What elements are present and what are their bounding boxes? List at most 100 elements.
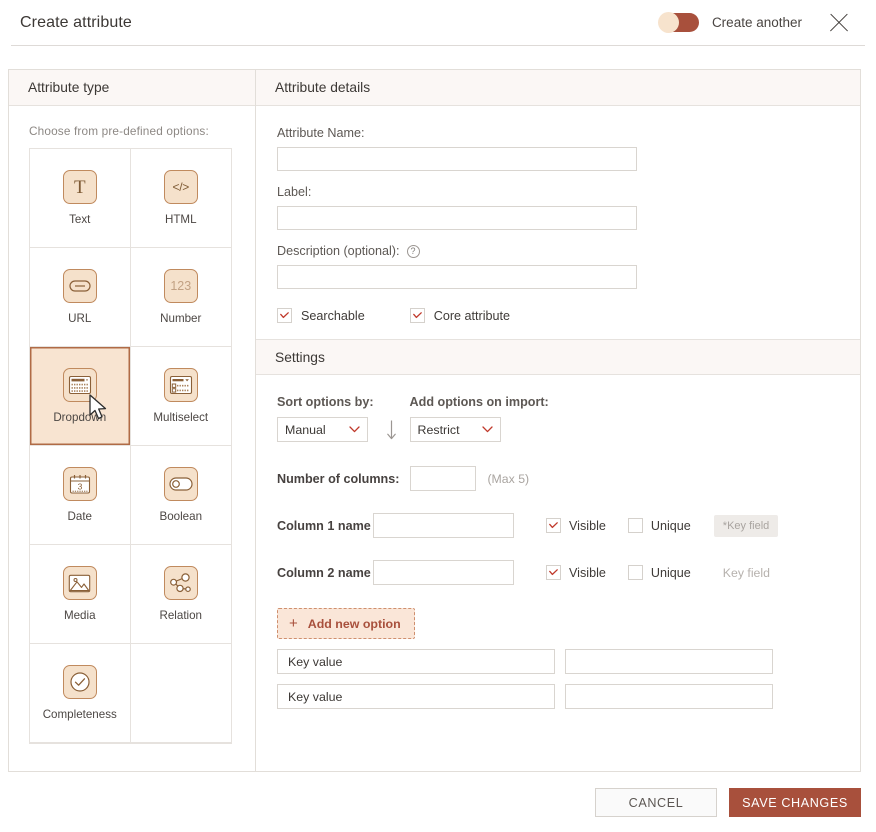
settings-body: Sort options by: Manual Add options on i… [256,375,860,709]
dialog-footer: CANCEL SAVE CHANGES [0,772,876,817]
column-1-visible-group: Visible [546,518,606,533]
header-actions: Create another [657,8,854,38]
column-2-unique-group: Unique [627,565,691,580]
sort-direction-button[interactable] [374,417,410,442]
core-attribute-checkbox[interactable] [409,308,425,323]
type-tile-dropdown[interactable]: Dropdown [30,347,131,446]
type-tile-label: Multiselect [153,411,209,424]
core-attribute-label: Core attribute [433,308,511,323]
page-title: Create attribute [20,13,132,31]
type-tile-multiselect[interactable]: Multiselect [130,347,231,446]
cancel-button[interactable]: CANCEL [595,788,717,817]
sort-options-value: Manual [285,422,326,437]
type-tile-label: Media [63,609,96,622]
text-icon: T [62,170,97,204]
column-2-name-input[interactable] [373,560,514,585]
description-label: Description (optional): [277,244,400,258]
type-tile-url[interactable]: URL [30,248,131,347]
column-1-unique-checkbox[interactable] [627,518,643,533]
type-tile-label: HTML [164,213,197,226]
relation-icon [163,566,198,600]
type-tile-label: Text [69,213,91,226]
option-row: Key value [277,684,840,709]
option-2-value-input[interactable] [565,684,773,709]
type-tile-label: Number [160,312,202,325]
help-icon[interactable]: ? [406,244,420,258]
column-config-row: Column 2 name Visible Unique Key field [277,560,840,585]
add-new-option-label: Add new option [307,616,401,631]
option-1-key-input[interactable]: Key value [277,649,555,674]
chevron-down-icon [481,426,493,433]
label-label: Label: [277,185,312,199]
type-tile-relation[interactable]: Relation [130,545,231,644]
column-1-name-input[interactable] [373,513,514,538]
sort-options-label: Sort options by: [277,395,374,409]
column-1-unique-label: Unique [650,518,691,533]
add-options-group: Add options on import: Restrict [409,395,549,442]
attribute-type-header: Attribute type [9,70,255,106]
add-options-value: Restrict [417,422,460,437]
column-2-visible-label: Visible [569,565,606,580]
column-1-visible-checkbox[interactable] [546,518,561,533]
option-1-value-input[interactable] [565,649,773,674]
number-of-columns-label: Number of columns: [277,471,400,486]
html-icon: </> [163,170,198,204]
column-config-row: Column 1 name Visible Unique *Key field [277,513,840,538]
arrow-down-icon [387,420,396,439]
column-2-unique-checkbox[interactable] [627,565,643,580]
searchable-checkbox[interactable] [277,308,292,323]
add-options-select[interactable]: Restrict [409,417,501,442]
date-icon: 3 [62,467,97,501]
column-2-unique-label: Unique [650,565,691,580]
chevron-down-icon [349,426,360,433]
completeness-icon [62,665,97,699]
option-2-key-input[interactable]: Key value [277,684,555,709]
type-tile-label: Relation [159,609,203,622]
searchable-label: Searchable [301,308,365,323]
attribute-type-grid: T Text </> HTML URL 123 Number Dropdown … [29,148,232,744]
column-2-visible-group: Visible [546,565,606,580]
label-input[interactable] [277,206,637,230]
create-another-toggle[interactable] [657,12,699,33]
column-2-name-label: Column 2 name [277,565,371,580]
column-2-visible-checkbox[interactable] [546,565,561,580]
choose-options-label: Choose from pre-defined options: [29,124,209,138]
type-tile-media[interactable]: Media [30,545,131,644]
type-tile-empty [130,644,231,743]
attribute-details-body: Attribute Name: Label: Description (opti… [256,106,860,339]
type-tile-label: Dropdown [53,411,107,424]
toggle-knob [657,12,679,33]
boolean-icon [163,467,198,501]
save-changes-button[interactable]: SAVE CHANGES [729,788,861,817]
option-row: Key value [277,649,840,674]
type-tile-completeness[interactable]: Completeness [30,644,131,743]
column-1-visible-label: Visible [569,518,606,533]
sort-options-select[interactable]: Manual [277,417,368,442]
column-1-name-label: Column 1 name [277,518,371,533]
add-options-label: Add options on import: [409,395,549,409]
url-icon [62,269,97,303]
create-another-label: Create another [711,15,802,30]
type-tile-date[interactable]: 3 Date [30,446,131,545]
description-label-row: Description (optional): ? [277,244,840,258]
number-of-columns-row: Number of columns: (Max 5) [277,466,840,491]
attribute-name-input[interactable] [277,147,637,171]
number-of-columns-input[interactable] [410,466,477,491]
close-icon[interactable] [824,8,854,38]
add-new-option-button[interactable]: + Add new option [277,608,415,639]
type-tile-label: Boolean [159,510,203,523]
description-input[interactable] [277,265,637,289]
type-tile-html[interactable]: </> HTML [130,149,231,248]
number-icon: 123 [163,269,198,303]
type-tile-number[interactable]: 123 Number [130,248,231,347]
type-tile-boolean[interactable]: Boolean [130,446,231,545]
attribute-flags-row: Searchable Core attribute [277,308,840,323]
plus-icon: + [289,615,298,632]
column-1-key-field-badge: *Key field [713,514,779,537]
dropdown-icon [62,368,97,402]
attribute-type-panel: Attribute type Choose from pre-defined o… [9,70,256,771]
svg-text:3: 3 [77,481,82,491]
type-tile-text[interactable]: T Text [30,149,131,248]
media-icon [62,566,97,600]
attribute-type-body: Choose from pre-defined options: T Text … [9,106,255,744]
